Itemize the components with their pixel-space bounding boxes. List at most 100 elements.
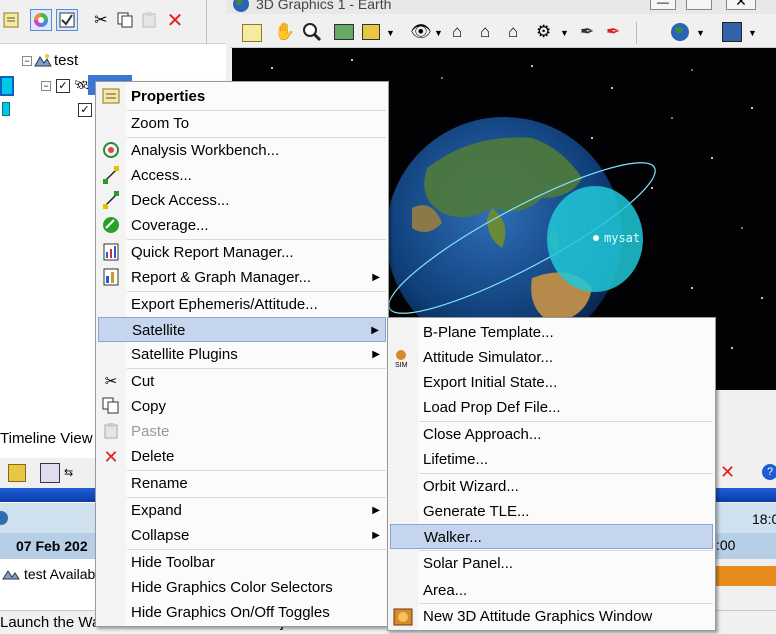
measure-tool-icon[interactable]: ✒ [580,22,594,42]
timeline-properties-icon[interactable] [8,464,26,482]
2d-map-icon[interactable] [722,22,742,42]
scenario-label[interactable]: test [54,52,78,69]
submenu-arrow-icon: ▶ [371,325,379,336]
menu-item-zoom-to[interactable]: Zoom To [98,111,386,136]
timeline-calendar-icon[interactable] [40,463,60,483]
child-visibility-checkbox[interactable]: ✓ [78,103,92,117]
menu-item-quick-report[interactable]: Quick Report Manager... [98,240,386,265]
menu-item-copy[interactable]: Copy [98,394,386,419]
menu-label: Rename [131,475,188,492]
help-icon[interactable]: ? [762,464,776,480]
map-dropdown-icon[interactable]: ▼ [748,28,757,38]
minimize-button[interactable]: — [650,0,676,10]
view-from-icon[interactable]: 👁 [410,22,432,42]
menu-item-satellite-plugins[interactable]: Satellite Plugins ▶ [98,342,386,367]
analysis-workbench-icon [101,141,121,161]
menu-item-properties[interactable]: Properties [98,84,386,109]
menu-item-load-prop-def[interactable]: Load Prop Def File... [390,395,713,420]
menu-item-coverage[interactable]: Coverage... [98,213,386,238]
menu-label: New 3D Attitude Graphics Window [423,608,653,625]
timeline-sync-icon[interactable]: ⇆ [64,466,73,479]
menu-label: Delete [131,448,175,465]
menu-item-delete[interactable]: ✕ Delete [98,444,386,469]
graphics-properties-icon[interactable] [242,24,262,42]
menu-item-cut[interactable]: ✂ Cut [98,369,386,394]
orient-view-icon[interactable]: ⌂ [480,22,490,42]
menu-item-export-ephemeris[interactable]: Export Ephemeris/Attitude... [98,292,386,317]
menu-item-lifetime[interactable]: Lifetime... [390,447,713,472]
menu-item-analysis-workbench[interactable]: Analysis Workbench... [98,138,386,163]
color-wheel-icon[interactable] [30,9,52,31]
dropdown-arrow-icon[interactable]: ▼ [386,28,395,38]
snapshot-icon[interactable] [334,24,354,40]
copy-tool-icon[interactable] [114,9,136,31]
report-graph-icon [101,268,121,288]
pan-hand-icon[interactable]: ✋ [274,22,295,42]
color-selector-swatch[interactable] [2,102,10,116]
menu-item-new-3d-attitude-window[interactable]: New 3D Attitude Graphics Window [390,604,713,629]
toggle-check-icon[interactable] [56,9,78,31]
maximize-button[interactable] [686,0,712,10]
view-dropdown-icon[interactable]: ▼ [434,28,443,38]
satellite-view-icon[interactable]: ⚙ [536,22,551,42]
satellite-visibility-checkbox[interactable]: ✓ [56,79,70,93]
color-selector-swatch[interactable] [0,76,14,96]
menu-item-deck-access[interactable]: Deck Access... [98,188,386,213]
menu-item-area[interactable]: Area... [390,578,713,603]
paste-tool-icon[interactable] [138,9,160,31]
menu-item-hide-toggles[interactable]: Hide Graphics On/Off Toggles [98,600,386,625]
attitude-simulator-icon: SIM [393,348,413,369]
menu-item-orbit-wizard[interactable]: Orbit Wizard... [390,474,713,499]
menu-label: Report & Graph Manager... [131,269,312,286]
menu-item-hide-toolbar[interactable]: Hide Toolbar [98,550,386,575]
menu-label: Paste [131,423,170,440]
timeline-view-title: Timeline View [0,430,93,447]
menu-item-close-approach[interactable]: Close Approach... [390,422,713,447]
menu-item-b-plane-template[interactable]: B-Plane Template... [390,320,713,345]
close-window-button[interactable]: ✕ [726,0,756,10]
menu-item-hide-color-selectors[interactable]: Hide Graphics Color Selectors [98,575,386,600]
tree-collapse-toggle[interactable]: − [22,56,32,66]
timeline-handle[interactable] [0,511,8,525]
home-view-icon[interactable]: ⌂ [452,22,462,42]
annotate-pen-icon[interactable]: ✒ [606,22,620,42]
zoom-icon[interactable] [302,22,322,46]
menu-item-report-graph[interactable]: Report & Graph Manager... ▶ [98,265,386,290]
menu-item-access[interactable]: Access... [98,163,386,188]
browser-toolbar: ✂ ✕ [0,0,226,44]
menu-item-satellite[interactable]: Satellite ▶ [98,317,386,342]
submenu-arrow-icon: ▶ [372,505,380,516]
right-availability-bar [712,566,776,586]
menu-item-rename[interactable]: Rename [98,471,386,496]
menu-label: Satellite [132,322,186,339]
menu-label: Walker... [424,529,482,546]
menu-item-generate-tle[interactable]: Generate TLE... [390,499,713,524]
globe-dropdown-icon[interactable]: ▼ [696,28,705,38]
delete-tool-icon[interactable]: ✕ [164,9,186,32]
globe-select-icon[interactable] [670,22,690,46]
satellite-marker[interactable] [593,235,599,241]
menu-item-attitude-simulator[interactable]: SIM Attitude Simulator... [390,345,713,370]
menu-item-expand[interactable]: Expand ▶ [98,498,386,523]
menu-item-export-initial-state[interactable]: Export Initial State... [390,370,713,395]
menu-item-walker[interactable]: Walker... [390,524,713,549]
menu-item-collapse[interactable]: Collapse ▶ [98,523,386,548]
delete-icon: ✕ [103,447,119,467]
properties-tool-icon[interactable] [0,9,22,31]
cut-tool-icon[interactable]: ✂ [90,9,112,31]
right-timeline-time: 18:0 [712,503,776,533]
scenario-icon [34,52,52,71]
access-icon [101,166,121,186]
right-timeline-toolbar: ✕ ? [712,458,776,488]
menu-label: Deck Access... [131,192,230,209]
paste-icon [101,422,121,442]
menu-item-paste[interactable]: Paste [98,419,386,444]
reset-view-icon[interactable]: ⌂ [508,22,518,42]
cut-icon: ✂ [104,373,118,390]
deck-access-icon [101,191,121,211]
tree-collapse-toggle[interactable]: − [41,81,51,91]
menu-item-solar-panel[interactable]: Solar Panel... [390,551,713,576]
timeline-delete-icon[interactable]: ✕ [720,462,735,483]
record-movie-icon[interactable] [362,24,380,40]
sat-view-dropdown-icon[interactable]: ▼ [560,28,569,38]
